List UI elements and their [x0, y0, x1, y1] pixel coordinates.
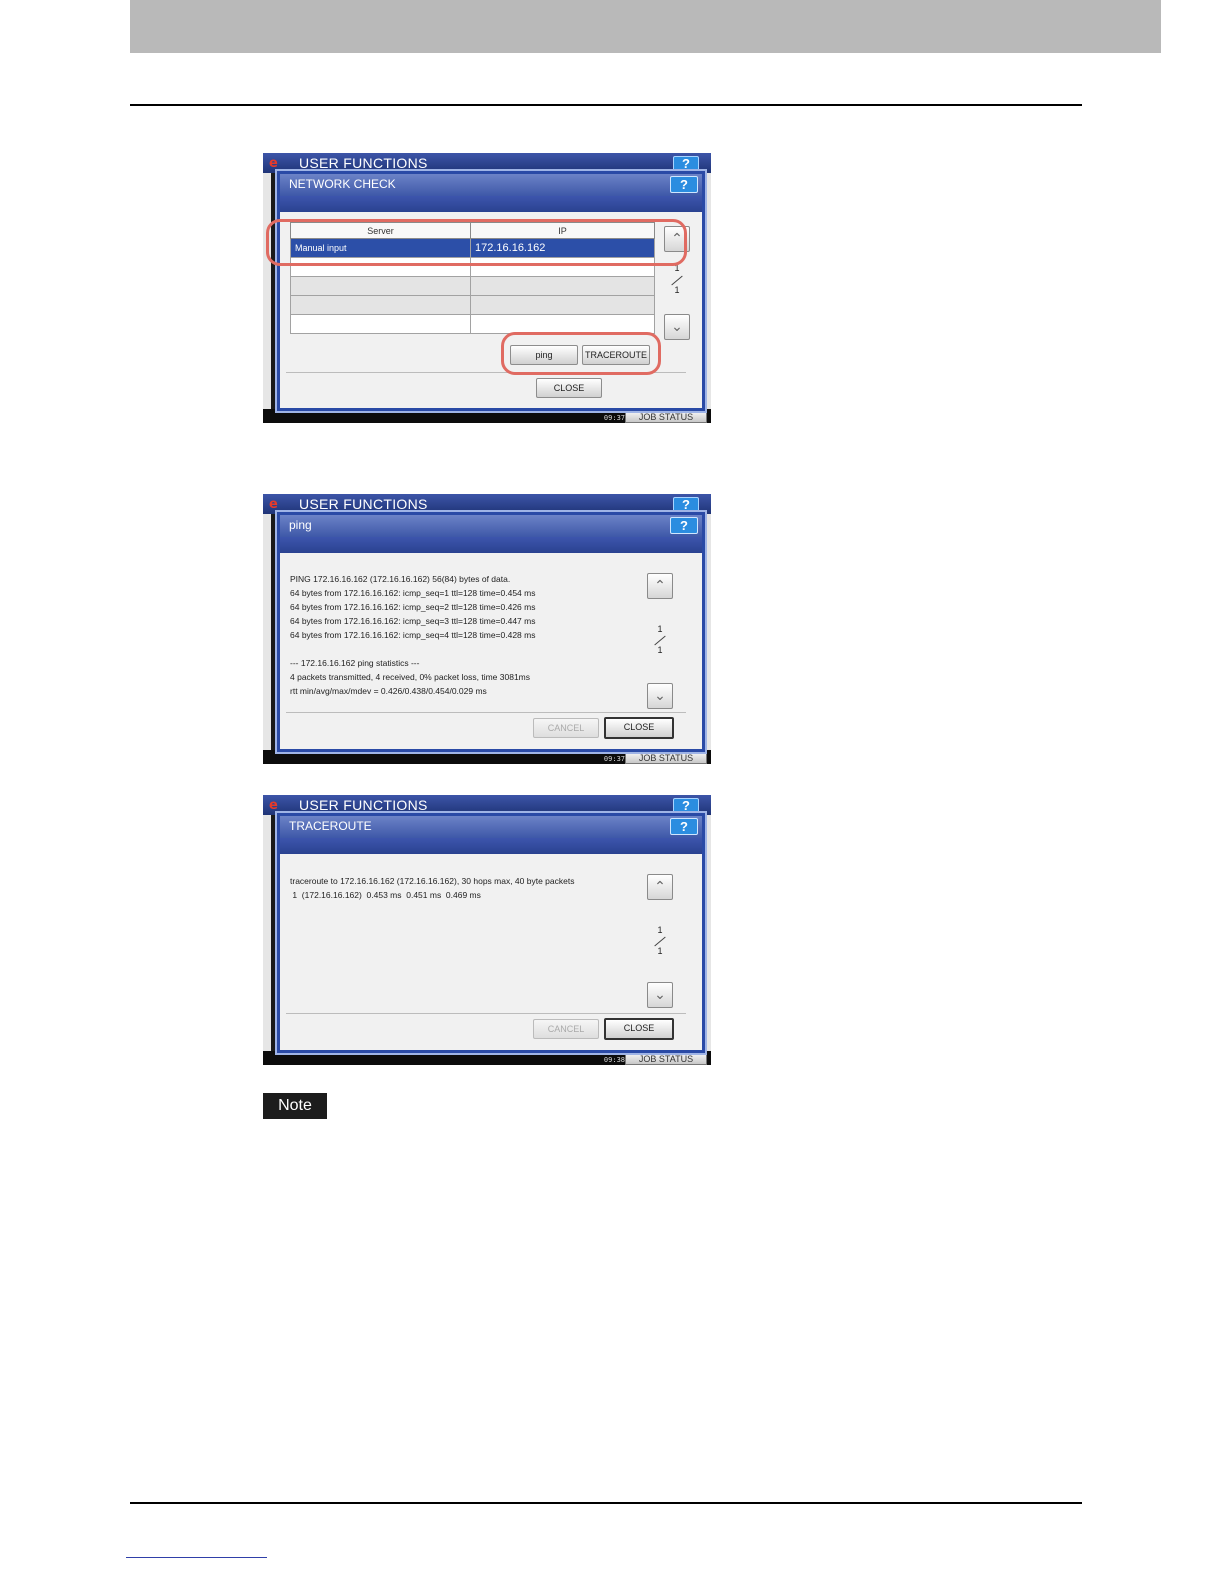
background-panel-left: [263, 815, 271, 1051]
page-current: 1: [657, 624, 663, 634]
job-status-button[interactable]: JOB STATUS: [625, 411, 707, 423]
chevron-up-icon: ⌃: [654, 879, 666, 895]
dialog-title-bar: NETWORK CHECK ?: [280, 174, 702, 196]
user-functions-title: USER FUNCTIONS: [299, 155, 428, 171]
dialog-help-button[interactable]: ?: [670, 517, 698, 534]
traceroute-dialog: TRACEROUTE ? traceroute to 172.16.16.162…: [277, 813, 705, 1053]
user-functions-bar: e USER FUNCTIONS ?: [263, 795, 711, 815]
note-label: Note: [263, 1093, 327, 1119]
dialog-band: [280, 196, 702, 212]
network-check-dialog: NETWORK CHECK ? Server IP Manual input 1…: [277, 171, 705, 411]
close-button[interactable]: CLOSE: [536, 378, 602, 398]
dialog-separator: [286, 712, 686, 713]
scroll-down-button[interactable]: ⌄: [647, 982, 673, 1008]
output-line: traceroute to 172.16.16.162 (172.16.16.1…: [290, 876, 575, 886]
table-row[interactable]: [290, 295, 655, 315]
table-row[interactable]: [290, 276, 655, 296]
user-functions-bar: e USER FUNCTIONS ?: [263, 153, 711, 173]
dialog-title: NETWORK CHECK: [289, 177, 396, 191]
brand-logo-icon: e: [269, 156, 278, 171]
ip-cell: [470, 314, 655, 334]
dialog-help-button[interactable]: ?: [670, 176, 698, 193]
dialog-title: TRACEROUTE: [289, 819, 372, 833]
page-current: 1: [657, 925, 663, 935]
close-button[interactable]: CLOSE: [604, 1018, 674, 1040]
highlight-manual-input-row: [266, 219, 687, 266]
output-line: 4 packets transmitted, 4 received, 0% pa…: [290, 672, 531, 682]
output-line: 64 bytes from 172.16.16.162: icmp_seq=2 …: [290, 602, 536, 612]
output-line: PING 172.16.16.162 (172.16.16.162) 56(84…: [290, 574, 511, 584]
traceroute-output: traceroute to 172.16.16.162 (172.16.16.1…: [290, 874, 646, 902]
ip-cell: [470, 276, 655, 296]
table-row[interactable]: [290, 314, 655, 334]
chevron-down-icon: ⌄: [671, 319, 683, 335]
network-check-screenshot: e USER FUNCTIONS ? 09:37 JOB STATUS NETW…: [263, 153, 711, 423]
output-line: --- 172.16.16.162 ping statistics ---: [290, 658, 420, 668]
user-functions-title: USER FUNCTIONS: [299, 496, 428, 512]
brand-logo-icon: e: [269, 798, 278, 813]
job-status-button[interactable]: JOB STATUS: [625, 1053, 707, 1065]
dialog-separator: [286, 1013, 686, 1014]
status-strip: 09:37 JOB STATUS: [263, 409, 711, 423]
status-strip: 09:37 JOB STATUS: [263, 750, 711, 764]
clock-time: 09:37: [603, 414, 625, 422]
chevron-down-icon: ⌄: [654, 987, 666, 1003]
header-rule: [130, 104, 1082, 106]
output-line: 64 bytes from 172.16.16.162: icmp_seq=3 …: [290, 616, 536, 626]
brand-logo-icon: e: [269, 497, 278, 512]
page-total: 1: [657, 645, 663, 655]
output-line: 64 bytes from 172.16.16.162: icmp_seq=1 …: [290, 588, 536, 598]
uf-help-button[interactable]: ?: [673, 497, 699, 513]
chevron-up-icon: ⌃: [654, 578, 666, 594]
scroll-up-button[interactable]: ⌃: [647, 874, 673, 900]
user-functions-title: USER FUNCTIONS: [299, 797, 428, 813]
dialog-title-bar: ping ?: [280, 515, 702, 537]
user-functions-bar: e USER FUNCTIONS ?: [263, 494, 711, 514]
ping-result-screenshot: e USER FUNCTIONS ? 09:37 JOB STATUS ping…: [263, 494, 711, 764]
dialog-band: [280, 838, 702, 854]
ip-cell: [470, 295, 655, 315]
job-status-button[interactable]: JOB STATUS: [625, 752, 707, 764]
output-line: 64 bytes from 172.16.16.162: icmp_seq=4 …: [290, 630, 536, 640]
ping-output: PING 172.16.16.162 (172.16.16.162) 56(84…: [290, 572, 646, 698]
server-cell: [290, 276, 471, 296]
server-cell: [290, 314, 471, 334]
clock-time: 09:38: [603, 1056, 625, 1064]
header-band: [130, 0, 1161, 53]
background-panel-left: [263, 173, 271, 409]
dialog-help-button[interactable]: ?: [670, 818, 698, 835]
page-total: 1: [674, 285, 680, 295]
ping-dialog: ping ? PING 172.16.16.162 (172.16.16.162…: [277, 512, 705, 752]
uf-help-button[interactable]: ?: [673, 156, 699, 172]
background-panel-left: [263, 514, 271, 750]
cancel-button[interactable]: CANCEL: [533, 718, 599, 738]
dialog-title-bar: TRACEROUTE ?: [280, 816, 702, 838]
footer-link-underline[interactable]: [126, 1557, 267, 1558]
scroll-up-button[interactable]: ⌃: [647, 573, 673, 599]
highlight-ping-traceroute-buttons: [501, 332, 661, 375]
clock-time: 09:37: [603, 755, 625, 763]
output-line: rtt min/avg/max/mdev = 0.426/0.438/0.454…: [290, 686, 487, 696]
status-strip: 09:38 JOB STATUS: [263, 1051, 711, 1065]
scroll-down-button[interactable]: ⌄: [664, 314, 690, 340]
chevron-down-icon: ⌄: [654, 688, 666, 704]
traceroute-result-screenshot: e USER FUNCTIONS ? 09:38 JOB STATUS TRAC…: [263, 795, 711, 1065]
scroll-down-button[interactable]: ⌄: [647, 683, 673, 709]
footer-rule: [130, 1502, 1082, 1504]
output-line: 1 (172.16.16.162) 0.453 ms 0.451 ms 0.46…: [290, 890, 481, 900]
dialog-band: [280, 537, 702, 553]
server-cell: [290, 295, 471, 315]
close-button[interactable]: CLOSE: [604, 717, 674, 739]
dialog-title: ping: [289, 518, 312, 532]
page-total: 1: [657, 946, 663, 956]
uf-help-button[interactable]: ?: [673, 798, 699, 814]
cancel-button[interactable]: CANCEL: [533, 1019, 599, 1039]
